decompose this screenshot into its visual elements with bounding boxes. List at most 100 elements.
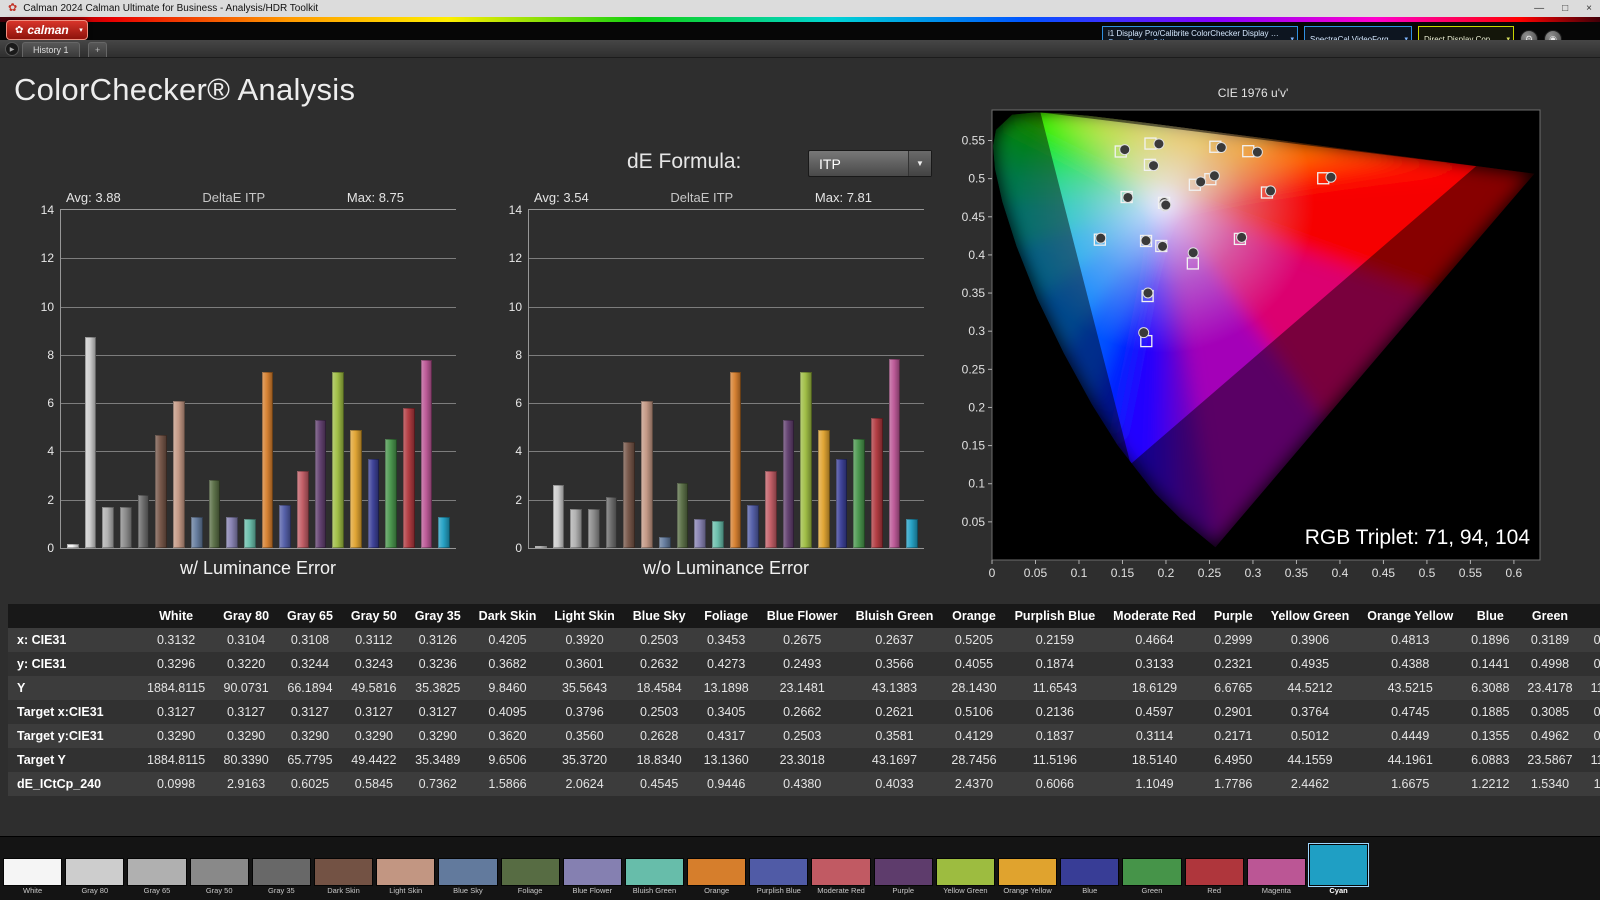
patch-swatch-Blue[interactable]: Blue xyxy=(1060,858,1120,896)
patch-label: Orange Yellow xyxy=(1003,886,1052,895)
table-cell: 35.3489 xyxy=(415,753,461,767)
close-button[interactable]: × xyxy=(1586,3,1592,14)
table-cell: 0.3127 xyxy=(226,705,266,719)
table-cell: 0.4664 xyxy=(1135,633,1174,647)
table-cell: 0.2503 xyxy=(783,729,822,743)
table-cell: 65.7795 xyxy=(287,753,333,767)
chart-title: DeltaE ITP xyxy=(670,190,734,205)
column-header-Moderate Red: Moderate Red xyxy=(1104,604,1205,628)
table-cell: 0.2628 xyxy=(640,729,679,743)
table-cell: 0.3290 xyxy=(156,729,196,743)
table-cell: 0.3133 xyxy=(1135,657,1174,671)
patch-swatch-Yellow Green[interactable]: Yellow Green xyxy=(935,858,995,896)
maximize-button[interactable]: □ xyxy=(1562,3,1568,14)
patch-color xyxy=(1307,843,1370,887)
patch-color xyxy=(998,858,1058,886)
tab-history-1[interactable]: History 1 xyxy=(22,42,80,57)
bar-White xyxy=(67,544,79,548)
patch-swatch-Gray 50[interactable]: Gray 50 xyxy=(189,858,249,896)
patch-color xyxy=(313,858,374,886)
row-label: Y xyxy=(17,681,26,695)
patch-swatch-Light Skin[interactable]: Light Skin xyxy=(376,858,436,896)
patch-swatch-Blue Sky[interactable]: Blue Sky xyxy=(438,858,498,896)
bar-Purple xyxy=(314,420,327,548)
patch-swatch-Blue Flower[interactable]: Blue Flower xyxy=(562,858,622,896)
bar-Dark Skin xyxy=(623,441,636,548)
table-cell: 2.0624 xyxy=(565,777,604,791)
bar-White xyxy=(535,545,547,548)
patch-swatch-Moderate Red[interactable]: Moderate Red xyxy=(811,858,871,896)
patch-label: Purple xyxy=(892,886,915,895)
y-tick-label: 8 xyxy=(47,347,54,362)
patch-swatch-White[interactable]: White xyxy=(3,858,63,896)
table-header-row: White Gray 80 Gray 65 Gray 50 Gray 35 Dark Sk… xyxy=(8,604,1600,628)
patch-label: Green xyxy=(1141,886,1163,895)
patch-swatch-Foliage[interactable]: Foliage xyxy=(500,858,560,896)
patch-swatch-Red[interactable]: Red xyxy=(1184,858,1244,896)
chart-with-luminance-error: Avg: 3.88 DeltaE ITP Max: 8.75 0 2 4 6 8 10 12… xyxy=(26,190,456,579)
patch-swatch-Bluish Green[interactable]: Bluish Green xyxy=(624,858,685,896)
row-label: Target y:CIE31 xyxy=(17,729,104,743)
table-cell: 0.3132 xyxy=(156,633,196,647)
cie-point-Foliage xyxy=(1148,160,1160,172)
de-formula-dropdown[interactable]: ITP ▼ xyxy=(808,150,932,177)
row-label: Target Y xyxy=(17,753,66,767)
table-cell: 23.4178 xyxy=(1527,681,1573,695)
chevron-down-icon: ▼ xyxy=(908,151,931,176)
results-table: White Gray 80 Gray 65 Gray 50 Gray 35 Dark Sk… xyxy=(8,604,1600,796)
patch-swatch-Orange Yellow[interactable]: Orange Yellow xyxy=(998,858,1058,896)
table-cell: 0.3243 xyxy=(354,657,393,671)
cie-point-Moderate Red xyxy=(1265,185,1277,197)
patch-swatch-Cyan[interactable]: Cyan xyxy=(1307,843,1370,896)
y-tick-label: 2 xyxy=(515,492,522,507)
table-row-dE_ICtCp_240: dE_ICtCp_240 0.0998 2.9163 0.6025 0.5845 0.73… xyxy=(8,772,1600,796)
minimize-button[interactable]: — xyxy=(1534,3,1544,14)
table-cell: 11.5196 xyxy=(1032,753,1078,767)
table-cell: 0.2159 xyxy=(1035,633,1074,647)
patch-swatch-Purplish Blue[interactable]: Purplish Blue xyxy=(749,858,809,896)
cie-x-tick-label: 0.25 xyxy=(1198,566,1222,580)
patch-swatch-Purple[interactable]: Purple xyxy=(873,858,933,896)
table-cell: 0.2632 xyxy=(640,657,679,671)
table-cell: 1.1049 xyxy=(1135,777,1174,791)
patch-label: Gray 50 xyxy=(205,886,233,895)
table-cell: 1.2212 xyxy=(1471,777,1510,791)
patch-swatch-Gray 80[interactable]: Gray 80 xyxy=(65,858,125,896)
patch-color xyxy=(189,858,249,886)
table-cell: 0.2503 xyxy=(640,705,679,719)
cie-x-tick-label: 0.6 xyxy=(1506,566,1523,580)
chart-header: Avg: 3.88 DeltaE ITP Max: 8.75 xyxy=(26,190,456,209)
table-row-Y: Y 1884.8115 90.0731 66.1894 49.5816 35.3825 9.… xyxy=(8,676,1600,700)
table-cell: 0.1355 xyxy=(1471,729,1510,743)
patch-strip: White Gray 80 Gray 65 Gray 50 Gray 35 Dark Sk… xyxy=(3,843,1370,896)
patch-swatch-Gray 65[interactable]: Gray 65 xyxy=(127,858,187,896)
table-cell: 0.3296 xyxy=(156,657,196,671)
bar-Cyan xyxy=(906,519,919,548)
bottom-bar: White Gray 80 Gray 65 Gray 50 Gray 35 Dark Sk… xyxy=(0,836,1600,900)
table-cell: 6.0883 xyxy=(1471,753,1510,767)
cie-x-tick-label: 0.2 xyxy=(1158,566,1175,580)
patch-swatch-Magenta[interactable]: Magenta xyxy=(1246,858,1306,896)
patch-swatch-Dark Skin[interactable]: Dark Skin xyxy=(313,858,374,896)
column-header-Purple: Purple xyxy=(1204,604,1262,628)
y-tick-label: 10 xyxy=(40,299,54,314)
patch-swatch-Orange[interactable]: Orange xyxy=(687,858,747,896)
patch-swatch-Green[interactable]: Green xyxy=(1122,858,1182,896)
table-cell: 0.3189 xyxy=(1593,729,1600,743)
nav-arrow-button[interactable]: ▶ xyxy=(5,42,19,56)
bar-Magenta xyxy=(420,359,433,548)
table-cell: 0.3114 xyxy=(1135,729,1174,743)
patch-swatch-Gray 35[interactable]: Gray 35 xyxy=(251,858,311,896)
bar-Blue Flower xyxy=(694,519,706,548)
table-cell: 0.1896 xyxy=(1471,633,1510,647)
patch-color xyxy=(1122,858,1182,886)
patch-label: Gray 35 xyxy=(268,886,295,895)
chart-max-label: Max: 7.81 xyxy=(814,190,872,205)
calman-logo-menu[interactable]: ✿ calman ▾ xyxy=(6,20,88,40)
table-cell: 23.3018 xyxy=(779,753,825,767)
app-icon: ✿ xyxy=(8,2,18,14)
cie-point-Blue Flower xyxy=(1157,240,1169,252)
add-tab-button[interactable]: + xyxy=(88,42,108,57)
cie-y-tick-label: 0.1 xyxy=(968,477,985,491)
table-cell: 0.4962 xyxy=(1530,729,1570,743)
